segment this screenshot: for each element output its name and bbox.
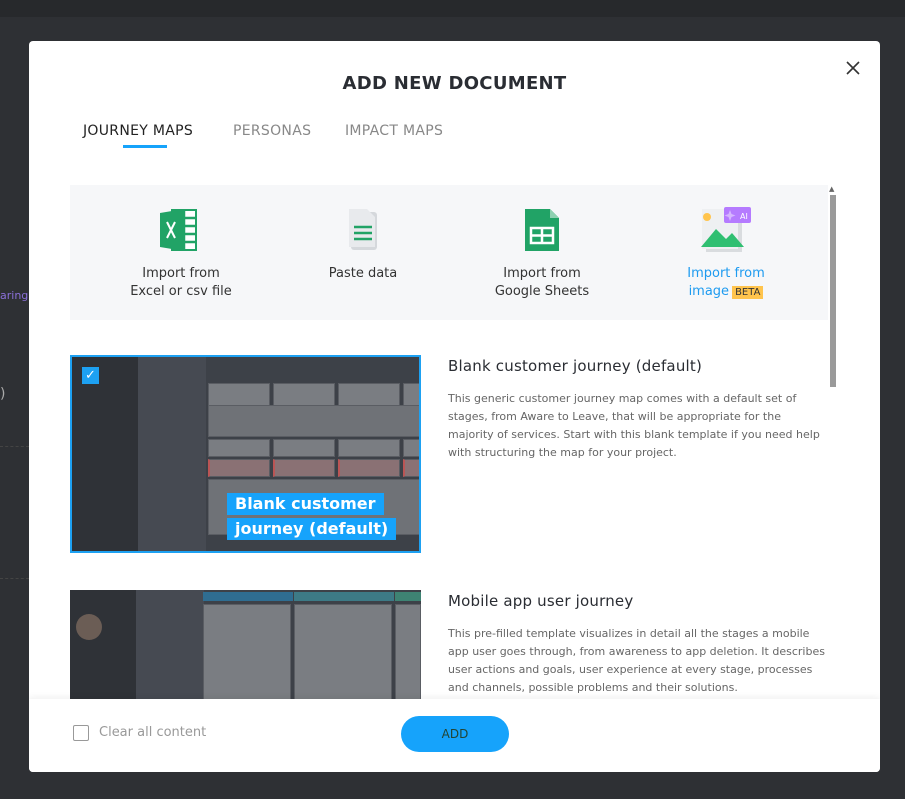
- top-bar: [0, 0, 905, 17]
- modal-footer: Clear all content ADD: [29, 699, 880, 772]
- template-thumbnail[interactable]: ✓ Blank customer journey (default): [70, 355, 421, 553]
- add-document-modal: ADD NEW DOCUMENT JOURNEY MAPS PERSONAS I…: [29, 41, 880, 772]
- excel-icon: [160, 209, 197, 251]
- import-image-button[interactable]: AI Import from image BETA: [646, 207, 806, 302]
- thumbnail-title: journey (default): [227, 518, 397, 540]
- template-thumbnail[interactable]: [70, 590, 421, 699]
- modal-title: ADD NEW DOCUMENT: [342, 73, 567, 94]
- import-excel-button[interactable]: Import from Excel or csv file: [101, 207, 261, 301]
- template-description: This generic customer journey map comes …: [448, 392, 820, 459]
- template-title: Mobile app user journey: [448, 592, 634, 610]
- clear-content-checkbox[interactable]: [73, 725, 89, 741]
- paste-data-button[interactable]: Paste data: [283, 207, 443, 283]
- template-title: Blank customer journey (default): [448, 357, 703, 375]
- import-label: Excel or csv file: [130, 284, 232, 299]
- clear-content-label[interactable]: Clear all content: [99, 725, 206, 740]
- selected-check-icon: ✓: [82, 367, 99, 384]
- background-text: ): [0, 386, 6, 402]
- import-panel: Import from Excel or csv file Paste data…: [70, 185, 828, 320]
- import-label: Import from: [503, 266, 581, 281]
- background-text: aring: [0, 289, 29, 302]
- divider: [0, 446, 29, 447]
- import-google-sheets-button[interactable]: Import from Google Sheets: [462, 207, 622, 301]
- template-description: This pre-filled template visualizes in d…: [448, 627, 825, 694]
- thumbnail-title: Blank customer: [227, 493, 384, 515]
- tab-personas[interactable]: PERSONAS: [233, 123, 311, 139]
- close-icon[interactable]: [843, 58, 863, 78]
- google-sheets-icon: [525, 209, 559, 251]
- import-label: image: [688, 284, 730, 299]
- template-list: Import from Excel or csv file Paste data…: [70, 185, 838, 699]
- import-label: Import from: [142, 266, 220, 281]
- import-label: Google Sheets: [494, 284, 590, 299]
- scroll-up-arrow[interactable]: ▲: [829, 185, 834, 193]
- tab-journey-maps[interactable]: JOURNEY MAPS: [83, 123, 193, 139]
- add-button[interactable]: ADD: [401, 716, 509, 752]
- import-label: Paste data: [328, 266, 398, 281]
- import-label: Import from: [687, 266, 765, 281]
- beta-badge: BETA: [732, 286, 764, 299]
- svg-text:AI: AI: [740, 212, 748, 221]
- scrollbar-thumb[interactable]: [830, 195, 836, 387]
- image-ai-icon: AI: [701, 207, 751, 252]
- active-tab-indicator: [123, 145, 167, 148]
- tab-impact-maps[interactable]: IMPACT MAPS: [345, 123, 443, 139]
- divider: [0, 578, 29, 579]
- paste-document-icon: [349, 209, 377, 250]
